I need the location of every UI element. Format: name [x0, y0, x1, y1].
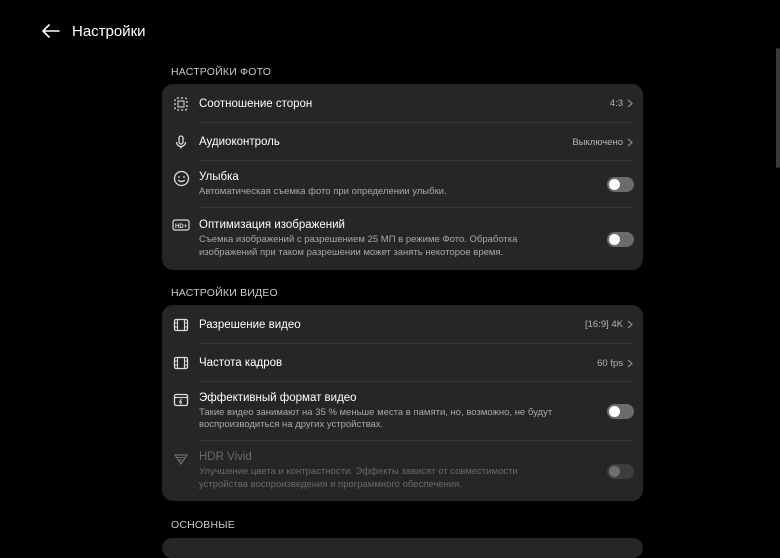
image-optimization-row: HD+ Оптимизация изображений Съемка изобр…: [162, 208, 643, 270]
aspect-ratio-label: Соотношение сторон: [199, 97, 313, 110]
frame-rate-value: 60 fps: [597, 357, 623, 369]
video-settings-card: Разрешение видео [16:9] 4K Частота кадро…: [162, 305, 643, 501]
hdr-vivid-toggle: [607, 463, 634, 479]
hdr-vivid-icon: [172, 450, 190, 468]
page-title: Настройки: [72, 22, 146, 40]
image-optimization-toggle[interactable]: [607, 231, 634, 247]
frame-rate-film-icon: [172, 354, 190, 372]
photo-settings-card: Соотношение сторон 4:3 Аудиоконтроль Вык…: [162, 84, 643, 270]
efficient-format-description: Такие видео занимают на 35 % меньше мест…: [199, 406, 553, 431]
chevron-right-icon: [627, 99, 633, 108]
section-label-general: ОСНОВНЫЕ: [171, 519, 235, 531]
image-optimization-label: Оптимизация изображений: [199, 219, 345, 231]
section-label-photo: НАСТРОЙКИ ФОТО: [171, 66, 272, 78]
frame-rate-label: Частота кадров: [199, 357, 283, 369]
toggle-knob: [609, 233, 620, 245]
efficient-format-row: Эффективный формат видео Такие видео зан…: [162, 382, 643, 441]
smile-face-icon: [172, 169, 190, 187]
toggle-knob: [609, 179, 620, 190]
chevron-right-icon: [627, 359, 633, 368]
back-arrow-icon[interactable]: [40, 20, 62, 42]
aspect-ratio-row[interactable]: Соотношение сторон 4:3: [162, 84, 643, 123]
aspect-ratio-icon: [172, 95, 190, 113]
image-optimization-description: Съемка изображений с разрешением 25 МП в…: [199, 234, 518, 258]
svg-text:HD+: HD+: [175, 224, 188, 230]
hdr-vivid-description: Улучшение цвета и контрастности. Эффекты…: [199, 466, 518, 490]
video-resolution-value: [16:9] 4K: [584, 319, 623, 330]
frame-rate-row[interactable]: Частота кадров 60 fps: [162, 344, 643, 382]
chevron-right-icon: [627, 138, 633, 147]
smile-row: Улыбка Автоматическая съемка фото при оп…: [162, 161, 643, 208]
toggle-knob: [609, 465, 620, 477]
efficient-video-icon: [172, 391, 190, 409]
audio-control-value: Выключено: [572, 136, 623, 148]
section-label-video: НАСТРОЙКИ ВИДЕО: [171, 287, 278, 299]
toggle-knob: [609, 406, 620, 417]
audio-control-row[interactable]: Аудиоконтроль Выключено: [162, 123, 643, 161]
general-settings-card: [162, 538, 643, 558]
aspect-ratio-value: 4:3: [609, 98, 623, 109]
efficient-format-label: Эффективный формат видео: [199, 391, 357, 404]
audio-control-label: Аудиоконтроль: [199, 136, 280, 148]
scrollbar[interactable]: [776, 48, 780, 168]
smile-label: Улыбка: [199, 170, 239, 183]
hdr-vivid-label: HDR Vivid: [199, 451, 252, 463]
hd-plus-icon: HD+: [172, 216, 190, 234]
header: Настройки: [40, 18, 146, 44]
hdr-vivid-row: HDR Vivid Улучшение цвета и контрастност…: [162, 441, 643, 501]
smile-toggle[interactable]: [607, 177, 634, 192]
chevron-right-icon: [627, 320, 633, 329]
efficient-format-toggle[interactable]: [607, 404, 634, 419]
video-resolution-label: Разрешение видео: [199, 318, 301, 331]
smile-description: Автоматическая съемка фото при определен…: [199, 185, 447, 197]
microphone-icon: [172, 133, 190, 151]
video-film-icon: [172, 316, 190, 334]
video-resolution-row[interactable]: Разрешение видео [16:9] 4K: [162, 305, 643, 344]
